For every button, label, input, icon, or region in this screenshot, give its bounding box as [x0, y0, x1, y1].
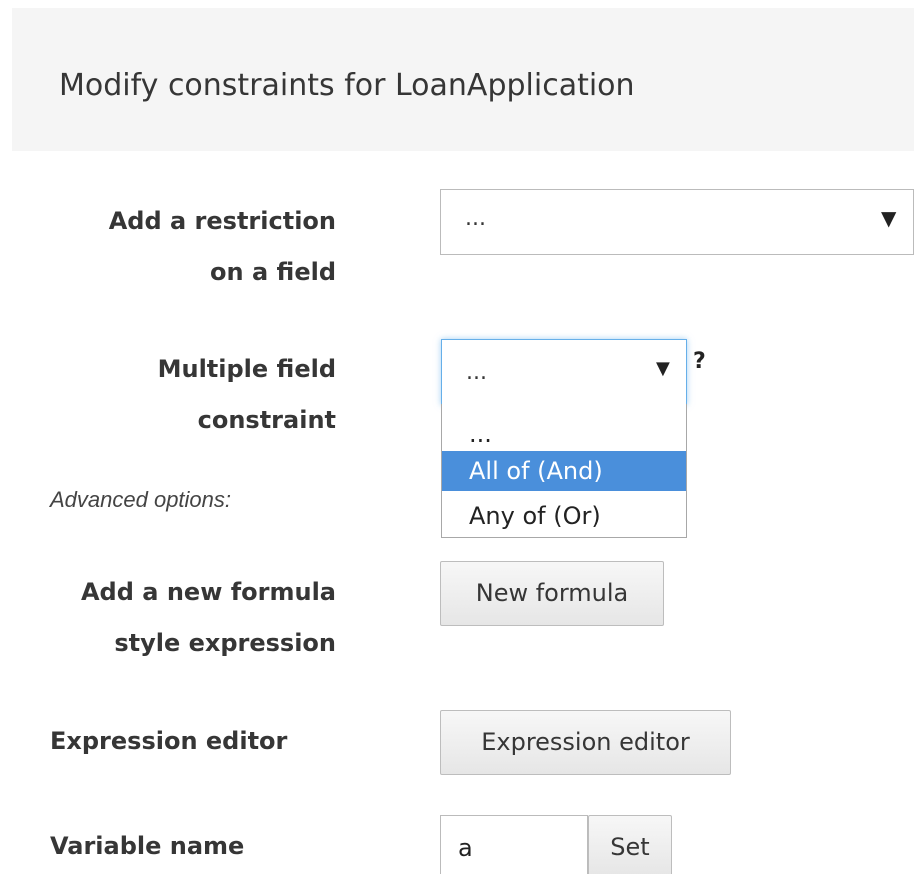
variable-name-input[interactable]: a	[440, 815, 588, 874]
constraints-dialog: Modify constraints for LoanApplication A…	[0, 0, 914, 874]
advanced-options-label: Advanced options:	[50, 487, 232, 512]
dropdown-option-none[interactable]: ...	[442, 414, 686, 454]
multiple-field-label-line2: constraint	[197, 406, 336, 434]
help-icon[interactable]: ?	[693, 349, 706, 374]
restriction-field-select[interactable]: ... ▼	[440, 189, 914, 255]
set-variable-button[interactable]: Set	[588, 815, 672, 874]
multiple-field-label-line1: Multiple field	[157, 355, 336, 383]
multiple-field-constraint-select[interactable]: ... ▼	[441, 339, 687, 405]
restriction-label-line1: Add a restriction	[108, 207, 336, 235]
new-formula-button[interactable]: New formula	[440, 561, 664, 626]
restriction-label-line2: on a field	[210, 258, 336, 286]
chevron-down-icon: ▼	[881, 206, 897, 230]
formula-label-line2: style expression	[114, 629, 336, 657]
variable-name-label: Variable name	[50, 832, 245, 860]
expression-editor-button[interactable]: Expression editor	[440, 710, 731, 775]
chevron-down-icon: ▼	[656, 358, 670, 379]
multiple-field-select-value: ...	[466, 360, 487, 385]
dialog-title: Modify constraints for LoanApplication	[59, 68, 635, 103]
dropdown-option-all-of-and[interactable]: All of (And)	[442, 451, 686, 491]
formula-label-line1: Add a new formula	[80, 578, 336, 606]
expression-editor-label: Expression editor	[50, 727, 288, 755]
multiple-field-dropdown-list: ... All of (And) Any of (Or)	[441, 404, 687, 538]
restriction-select-value: ...	[465, 206, 486, 231]
dropdown-option-any-of-or[interactable]: Any of (Or)	[442, 496, 686, 536]
dialog-header: Modify constraints for LoanApplication	[12, 8, 914, 151]
